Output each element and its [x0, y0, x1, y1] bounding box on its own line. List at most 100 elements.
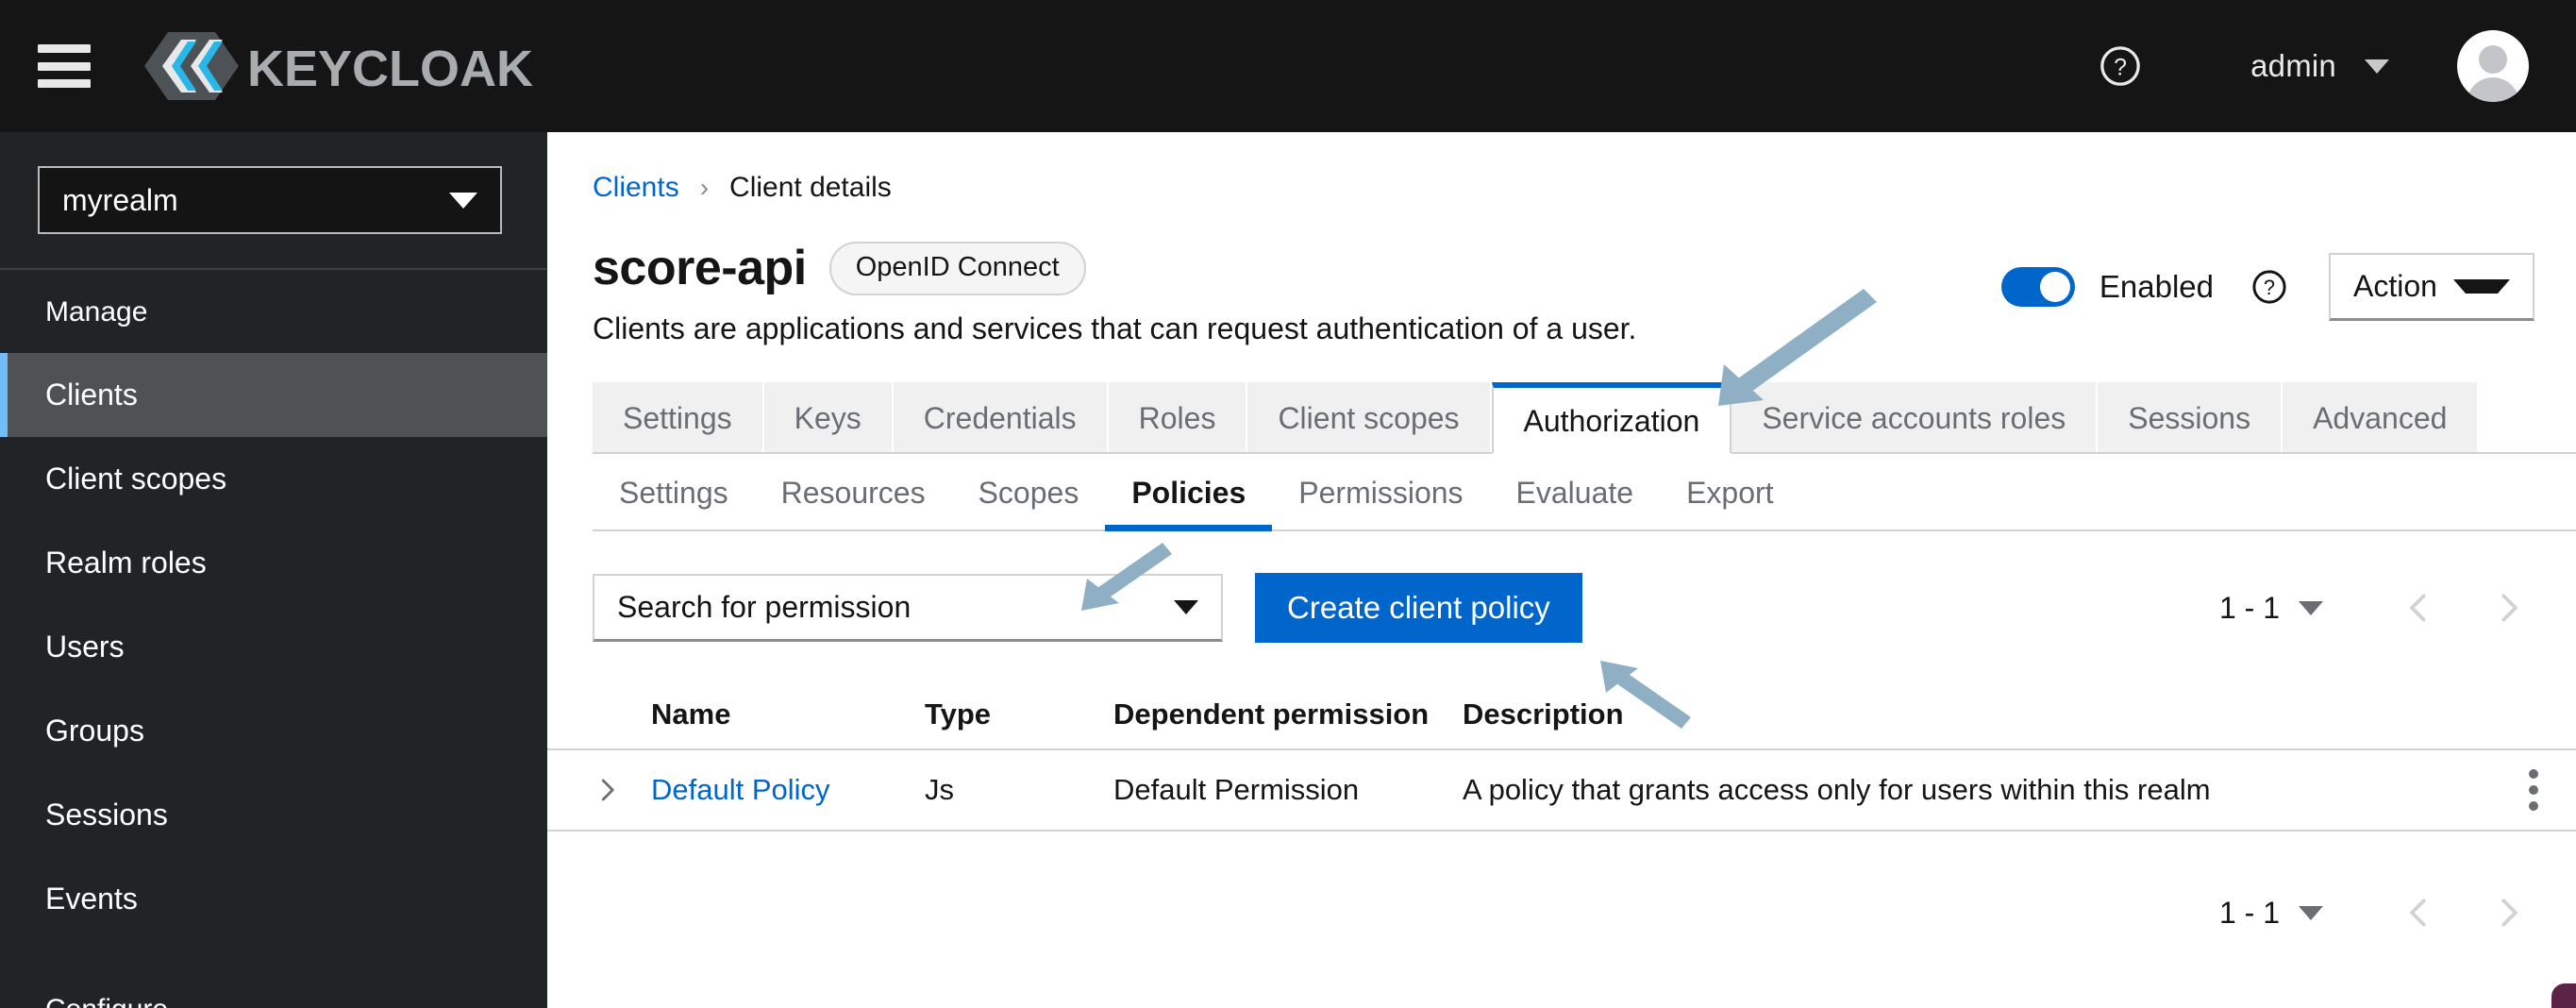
window-corner-marker — [2551, 983, 2576, 1008]
chevron-down-icon[interactable] — [2299, 601, 2323, 615]
tab-label: Keys — [795, 401, 861, 436]
sidebar-item-users[interactable]: Users — [0, 605, 547, 689]
tab-advanced[interactable]: Advanced — [2283, 382, 2479, 454]
enabled-toggle[interactable] — [2001, 267, 2075, 307]
row-type-cell: Js — [925, 773, 1113, 807]
tab-service-accounts-roles[interactable]: Service accounts roles — [1731, 382, 2098, 454]
row-dependent-permission-cell: Default Permission — [1113, 773, 1463, 807]
enabled-toggle-label: Enabled — [2099, 269, 2214, 305]
page-title-line: score-api OpenID Connect — [593, 240, 1636, 296]
table-header-dependent-permission: Dependent permission — [1113, 697, 1463, 731]
svg-text:KEYCLOAK: KEYCLOAK — [247, 41, 533, 97]
page-header-text: score-api OpenID Connect Clients are app… — [593, 240, 1636, 346]
row-actions-cell — [2491, 764, 2576, 816]
page-title: score-api — [593, 240, 807, 296]
subtab-label: Policies — [1131, 476, 1246, 511]
masthead: KEYCLOAK ? admin — [0, 0, 2576, 132]
search-permission-select[interactable]: Search for permission — [593, 574, 1223, 642]
tab-roles[interactable]: Roles — [1109, 382, 1248, 454]
protocol-badge: OpenID Connect — [829, 242, 1086, 295]
tab-label: Service accounts roles — [1762, 401, 2066, 436]
chevron-down-icon — [2365, 59, 2389, 74]
table-header-row: Name Type Dependent permission Descripti… — [547, 680, 2576, 750]
pagination-next-button[interactable] — [2482, 581, 2534, 634]
policy-name-link[interactable]: Default Policy — [651, 773, 830, 806]
keycloak-admin-console: KEYCLOAK ? admin myrealm — [0, 0, 2576, 1008]
page-header: score-api OpenID Connect Clients are app… — [547, 204, 2576, 346]
kebab-vertical-icon[interactable] — [2523, 764, 2544, 816]
sidebar-item-label: Client scopes — [45, 462, 226, 496]
table-row: Default Policy Js Default Permission A p… — [547, 750, 2576, 832]
subtab-policies[interactable]: Policies — [1105, 454, 1272, 531]
pagination-prev-button[interactable] — [2393, 886, 2446, 939]
chevron-down-icon[interactable] — [2299, 906, 2323, 920]
pagination-next-button[interactable] — [2482, 886, 2534, 939]
tab-keys[interactable]: Keys — [764, 382, 894, 454]
tab-label: Sessions — [2128, 401, 2250, 436]
sidebar-item-realm-roles[interactable]: Realm roles — [0, 521, 547, 605]
keycloak-logo[interactable]: KEYCLOAK — [136, 0, 551, 132]
breadcrumb-current: Client details — [729, 172, 892, 204]
hamburger-icon[interactable] — [38, 44, 91, 88]
pagination-bottom: 1 - 1 — [547, 832, 2576, 939]
tab-settings[interactable]: Settings — [593, 382, 764, 454]
subtab-permissions[interactable]: Permissions — [1272, 454, 1489, 531]
help-circle-icon[interactable]: ? — [2094, 40, 2147, 92]
breadcrumb-clients-link[interactable]: Clients — [593, 172, 679, 204]
tab-label: Roles — [1139, 401, 1216, 436]
chevron-right-icon — [593, 776, 621, 804]
subtab-export[interactable]: Export — [1660, 454, 1799, 531]
subtab-label: Export — [1686, 476, 1773, 511]
main-content: Clients › Client details score-api OpenI… — [547, 132, 2576, 1008]
search-permission-placeholder: Search for permission — [617, 590, 911, 625]
tab-label: Advanced — [2313, 401, 2447, 436]
row-expand-toggle[interactable] — [547, 776, 651, 804]
create-client-policy-button[interactable]: Create client policy — [1255, 573, 1582, 643]
breadcrumb: Clients › Client details — [547, 132, 2576, 204]
sidebar-item-label: Groups — [45, 714, 144, 748]
tab-label: Credentials — [924, 401, 1077, 436]
tab-credentials[interactable]: Credentials — [894, 382, 1109, 454]
subtab-label: Resources — [781, 476, 926, 511]
subtab-scopes[interactable]: Scopes — [952, 454, 1106, 531]
table-header-name: Name — [651, 697, 925, 731]
realm-selector-value: myrealm — [62, 183, 178, 218]
subtab-label: Permissions — [1298, 476, 1463, 511]
page-header-actions: Enabled ? Action — [2001, 240, 2534, 321]
sidebar-item-events[interactable]: Events — [0, 857, 547, 941]
page-subtitle: Clients are applications and services th… — [593, 311, 1636, 346]
authorization-subtabs: Settings Resources Scopes Policies Permi… — [593, 454, 2576, 531]
sidebar-item-label: Realm roles — [45, 546, 207, 580]
avatar[interactable] — [2457, 30, 2529, 102]
subtab-evaluate[interactable]: Evaluate — [1490, 454, 1661, 531]
tab-sessions[interactable]: Sessions — [2098, 382, 2283, 454]
sidebar-item-clients[interactable]: Clients — [0, 353, 547, 437]
enabled-help-icon[interactable]: ? — [2248, 265, 2291, 309]
action-menu-label: Action — [2353, 269, 2437, 304]
tab-authorization[interactable]: Authorization — [1492, 382, 1732, 454]
pagination-prev-button[interactable] — [2393, 581, 2446, 634]
pagination-top: 1 - 1 — [2219, 581, 2534, 634]
subtab-label: Settings — [619, 476, 728, 511]
action-menu-button[interactable]: Action — [2329, 253, 2534, 321]
realm-selector[interactable]: myrealm — [38, 166, 502, 234]
row-name-cell: Default Policy — [651, 773, 925, 807]
tab-label: Settings — [623, 401, 732, 436]
sidebar-item-label: Sessions — [45, 798, 168, 832]
sidebar-item-label: Clients — [45, 378, 138, 412]
sidebar-item-sessions[interactable]: Sessions — [0, 773, 547, 857]
pagination-range: 1 - 1 — [2219, 896, 2280, 931]
subtab-resources[interactable]: Resources — [755, 454, 952, 531]
user-name: admin — [2250, 48, 2336, 84]
user-menu[interactable]: admin — [2250, 48, 2389, 84]
sidebar-item-client-scopes[interactable]: Client scopes — [0, 437, 547, 521]
subtab-settings[interactable]: Settings — [593, 454, 755, 531]
sidebar-item-label: Events — [45, 882, 138, 916]
pagination-nav — [2393, 581, 2534, 634]
chevron-down-icon — [2453, 279, 2510, 294]
sidebar-item-label: Users — [45, 630, 125, 664]
tab-client-scopes[interactable]: Client scopes — [1247, 382, 1491, 454]
pagination-nav — [2393, 886, 2534, 939]
subtab-label: Scopes — [979, 476, 1079, 511]
sidebar-item-groups[interactable]: Groups — [0, 689, 547, 773]
